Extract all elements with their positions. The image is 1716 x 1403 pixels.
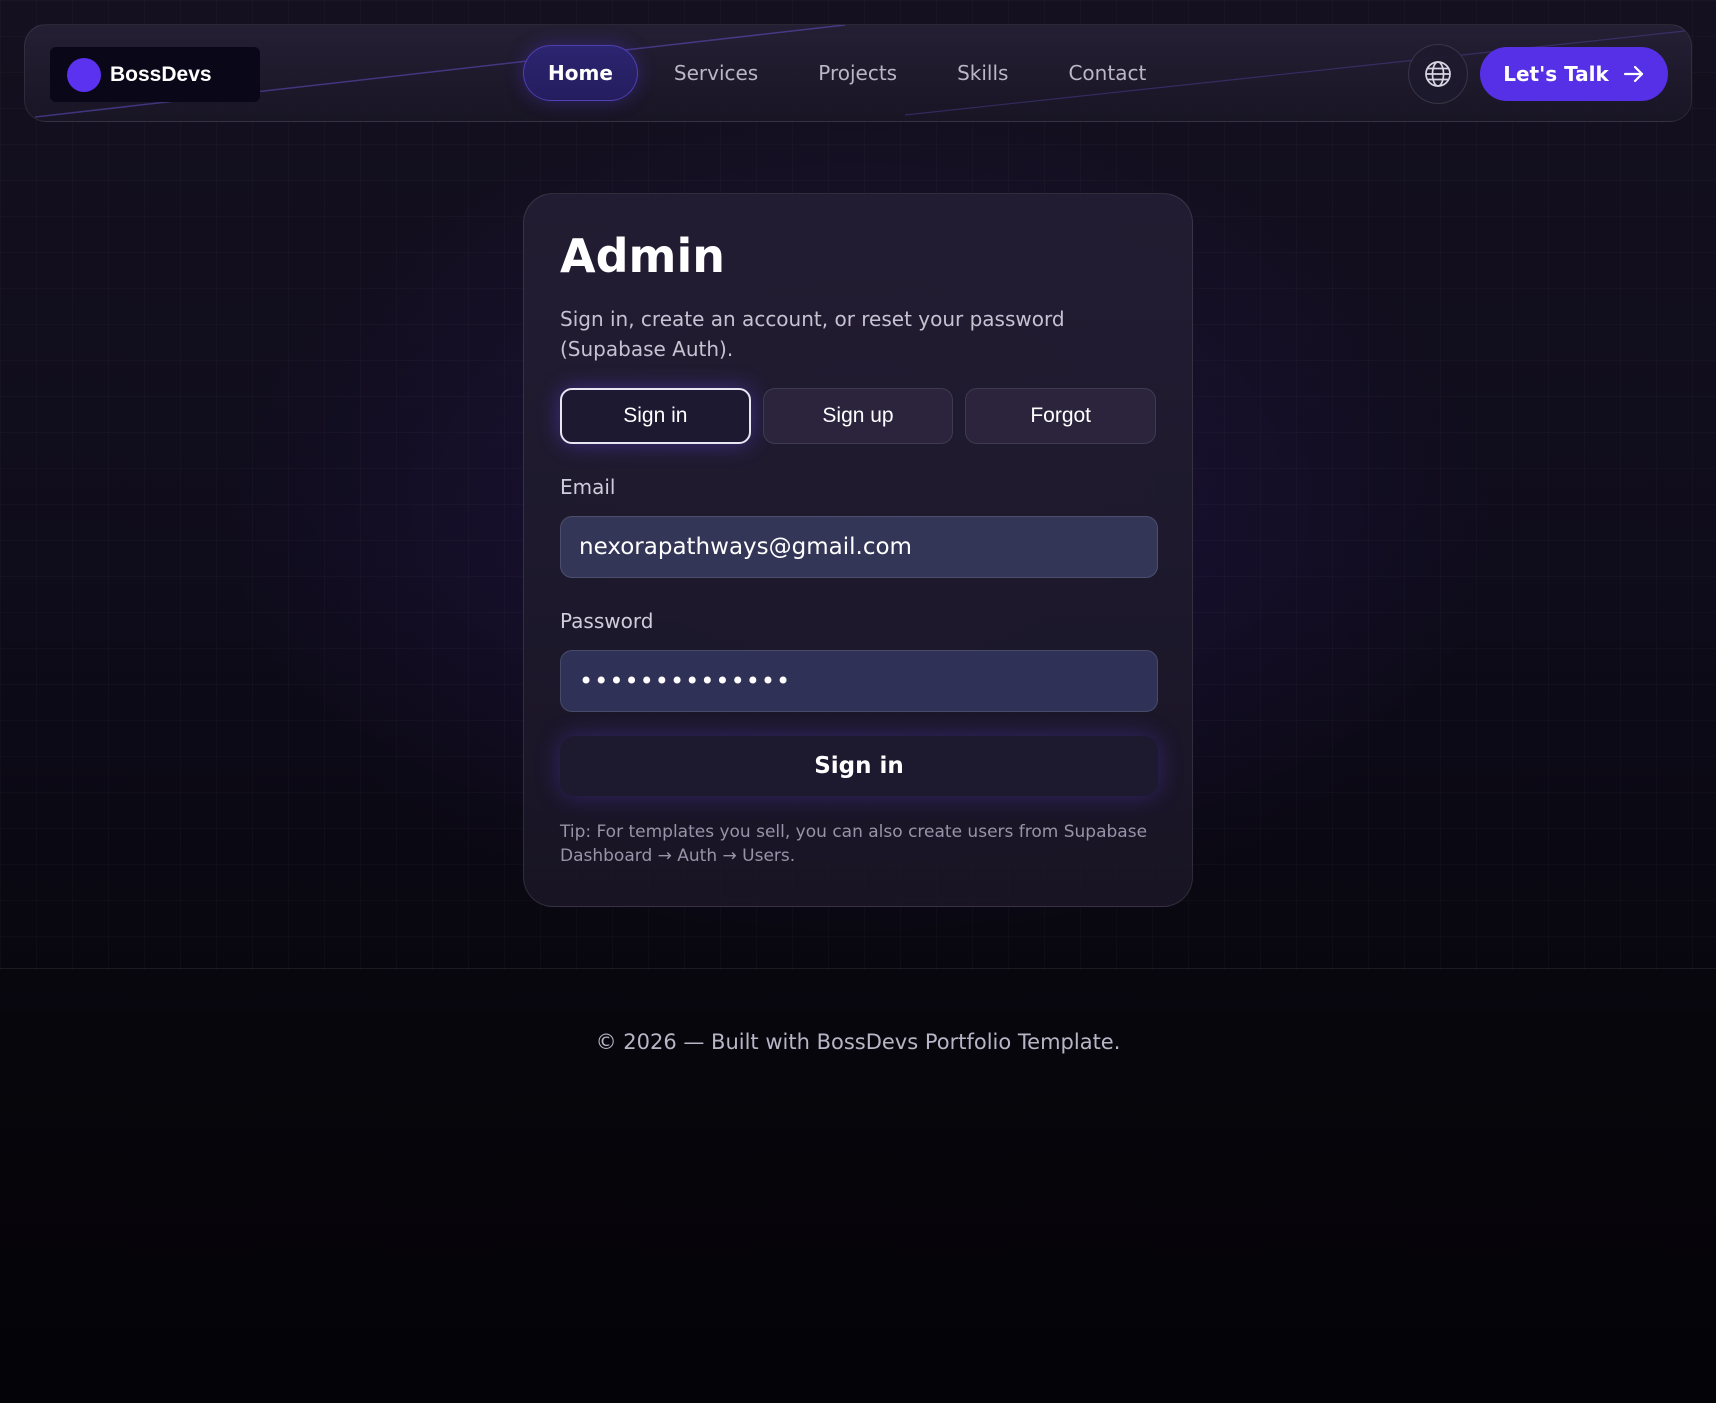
password-label: Password bbox=[560, 609, 654, 633]
password-field[interactable] bbox=[560, 650, 1158, 712]
nav-link-skills[interactable]: Skills bbox=[933, 45, 1032, 101]
auth-mode-tabs: Sign in Sign up Forgot bbox=[560, 388, 1157, 444]
language-button[interactable] bbox=[1408, 44, 1468, 104]
page-title: Admin bbox=[560, 229, 725, 283]
nav-link-projects[interactable]: Projects bbox=[794, 45, 921, 101]
nav-link-home[interactable]: Home bbox=[523, 45, 638, 101]
arrow-right-icon bbox=[1623, 64, 1645, 84]
email-field[interactable] bbox=[560, 516, 1158, 578]
auth-description: Sign in, create an account, or reset you… bbox=[560, 307, 1065, 361]
lets-talk-label: Let's Talk bbox=[1503, 62, 1609, 86]
tab-forgot[interactable]: Forgot bbox=[965, 388, 1157, 444]
footer-copyright: © 2026 — Built with BossDevs Portfolio T… bbox=[595, 1030, 1121, 1054]
nav-link-services[interactable]: Services bbox=[650, 45, 782, 101]
auth-tip: Tip: For templates you sell, you can als… bbox=[560, 822, 1148, 866]
top-navbar: BossDevs Home Services Projects Skills C… bbox=[24, 24, 1692, 122]
tab-sign-in[interactable]: Sign in bbox=[560, 388, 751, 444]
globe-icon bbox=[1425, 61, 1451, 87]
brand-dot-icon bbox=[67, 57, 101, 92]
nav-link-contact[interactable]: Contact bbox=[1044, 45, 1170, 101]
footer-divider bbox=[0, 968, 1716, 969]
email-label: Email bbox=[560, 475, 616, 499]
brand-logo-link[interactable]: BossDevs bbox=[50, 47, 260, 102]
admin-auth-card: Admin Sign in, create an account, or res… bbox=[523, 193, 1193, 907]
brand-name: BossDevs bbox=[110, 62, 212, 86]
main-nav: Home Services Projects Skills Contact bbox=[523, 45, 1182, 101]
tab-sign-up[interactable]: Sign up bbox=[762, 388, 954, 444]
sign-in-submit-button[interactable]: Sign in bbox=[560, 736, 1158, 796]
lets-talk-button[interactable]: Let's Talk bbox=[1480, 47, 1668, 101]
